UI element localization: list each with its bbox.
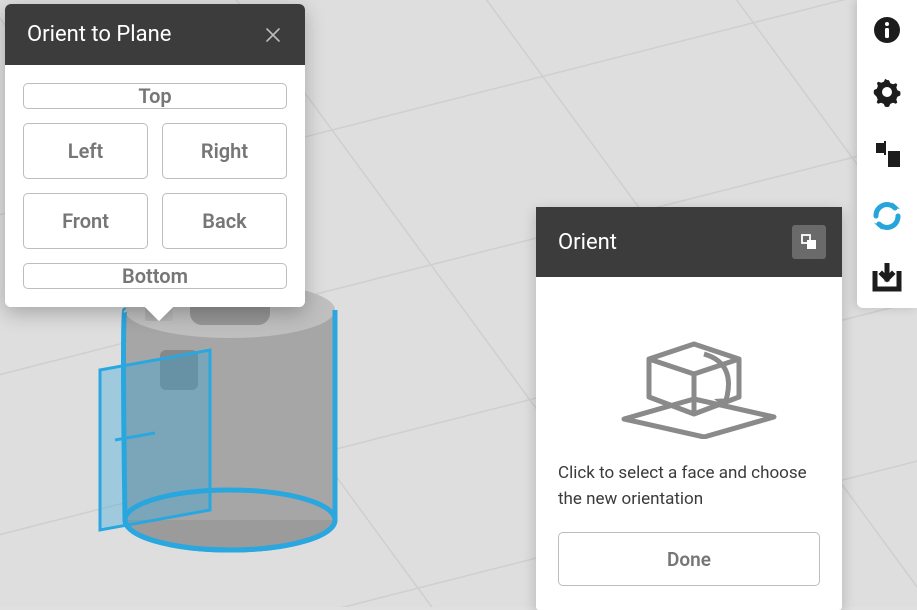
collapse-icon (800, 233, 818, 251)
orient-front-button[interactable]: Front (23, 193, 148, 249)
popover-title: Orient to Plane (27, 22, 171, 47)
align-tool[interactable] (869, 136, 905, 172)
orient-top-button[interactable]: Top (23, 83, 287, 109)
panel-title: Orient (558, 230, 617, 255)
settings-tool[interactable] (869, 74, 905, 110)
info-tool[interactable] (869, 12, 905, 48)
align-icon (872, 139, 902, 169)
done-button[interactable]: Done (558, 532, 820, 586)
orient-to-plane-popover: Orient to Plane Top Left Right Front Bac… (5, 4, 305, 307)
orient-bottom-button[interactable]: Bottom (23, 263, 287, 289)
refresh-icon (870, 199, 904, 233)
orient-left-button[interactable]: Left (23, 123, 148, 179)
popover-body: Top Left Right Front Back Bottom (5, 65, 305, 307)
orient-back-button[interactable]: Back (162, 193, 287, 249)
place-tool[interactable] (869, 260, 905, 296)
gear-icon (871, 76, 903, 108)
orient-illustration (594, 299, 784, 439)
place-icon (872, 263, 902, 293)
right-toolbar (857, 0, 917, 308)
orient-right-button[interactable]: Right (162, 123, 287, 179)
popover-header: Orient to Plane (5, 4, 305, 65)
popover-pointer (145, 307, 173, 321)
orient-panel: Orient Click to select a face and choose… (536, 207, 842, 610)
orient-tool[interactable] (869, 198, 905, 234)
close-icon (264, 26, 282, 44)
collapse-button[interactable] (792, 225, 826, 259)
panel-header: Orient (536, 207, 842, 277)
info-icon (872, 15, 902, 45)
instruction-text: Click to select a face and choose the ne… (558, 461, 820, 512)
close-button[interactable] (263, 25, 283, 45)
panel-body: Click to select a face and choose the ne… (536, 277, 842, 610)
